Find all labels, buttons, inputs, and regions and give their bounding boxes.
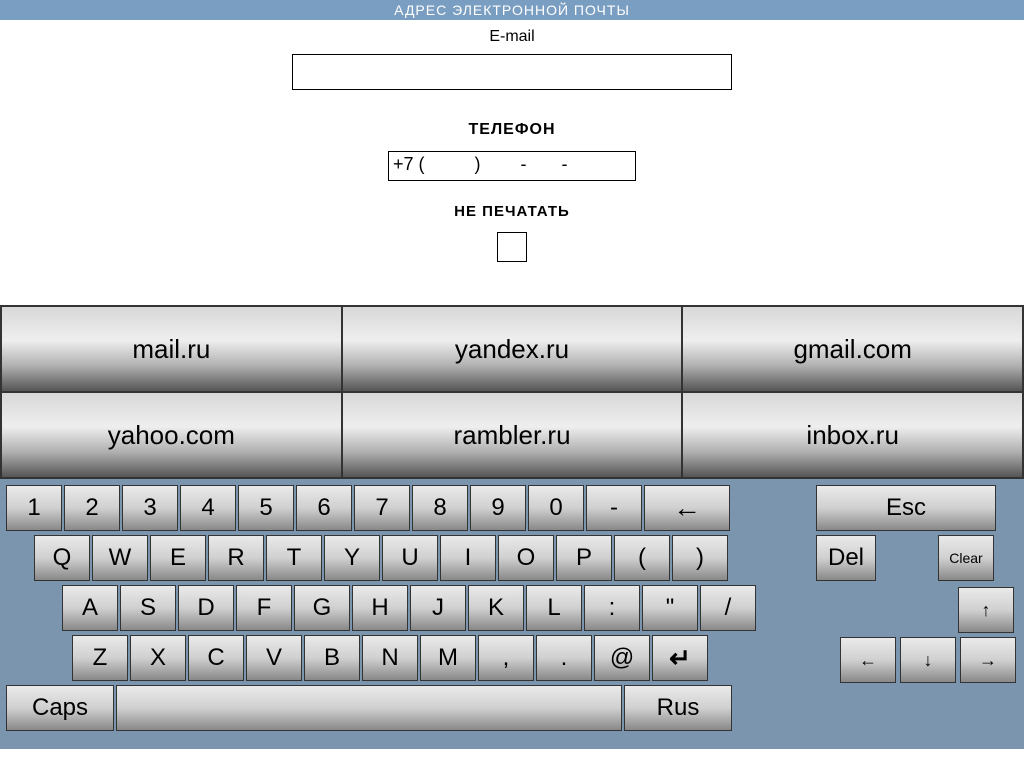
key-2[interactable]: 2 bbox=[64, 485, 120, 531]
key-b[interactable]: B bbox=[304, 635, 360, 681]
key-x[interactable]: X bbox=[130, 635, 186, 681]
key-9[interactable]: 9 bbox=[470, 485, 526, 531]
key-j[interactable]: J bbox=[410, 585, 466, 631]
key-space[interactable] bbox=[116, 685, 622, 731]
shortcut-yahoo-com[interactable]: yahoo.com bbox=[1, 392, 342, 478]
key-z[interactable]: Z bbox=[72, 635, 128, 681]
key-del[interactable]: Del bbox=[816, 535, 876, 581]
phone-input[interactable]: +7 ( ) - - bbox=[388, 151, 636, 181]
key-arrow-down[interactable]: ↓ bbox=[900, 637, 956, 683]
key-f[interactable]: F bbox=[236, 585, 292, 631]
key-arrow-up[interactable]: ↑ bbox=[958, 587, 1014, 633]
shortcut-rambler-ru[interactable]: rambler.ru bbox=[342, 392, 683, 478]
key-c[interactable]: C bbox=[188, 635, 244, 681]
key-0[interactable]: 0 bbox=[528, 485, 584, 531]
key-t[interactable]: T bbox=[266, 535, 322, 581]
key-backspace[interactable]: ← bbox=[644, 485, 730, 531]
key-n[interactable]: N bbox=[362, 635, 418, 681]
form-area: E-mail ТЕЛЕФОН +7 ( ) - - НЕ ПЕЧАТАТЬ bbox=[0, 20, 1024, 267]
key-quote[interactable]: " bbox=[642, 585, 698, 631]
title-bar: АДРЕС ЭЛЕКТРОННОЙ ПОЧТЫ bbox=[0, 0, 1024, 20]
key-8[interactable]: 8 bbox=[412, 485, 468, 531]
key-arrow-right[interactable]: → bbox=[960, 637, 1016, 683]
shortcut-mail-ru[interactable]: mail.ru bbox=[1, 306, 342, 392]
key-clear[interactable]: Clear bbox=[938, 535, 994, 581]
key-period[interactable]: . bbox=[536, 635, 592, 681]
key-g[interactable]: G bbox=[294, 585, 350, 631]
key-5[interactable]: 5 bbox=[238, 485, 294, 531]
key-6[interactable]: 6 bbox=[296, 485, 352, 531]
key-7[interactable]: 7 bbox=[354, 485, 410, 531]
key-m[interactable]: M bbox=[420, 635, 476, 681]
key-v[interactable]: V bbox=[246, 635, 302, 681]
phone-label: ТЕЛЕФОН bbox=[0, 121, 1024, 139]
key-h[interactable]: H bbox=[352, 585, 408, 631]
key-a[interactable]: A bbox=[62, 585, 118, 631]
key-r[interactable]: R bbox=[208, 535, 264, 581]
key-i[interactable]: I bbox=[440, 535, 496, 581]
noprint-label: НЕ ПЕЧАТАТЬ bbox=[0, 203, 1024, 220]
shortcut-inbox-ru[interactable]: inbox.ru bbox=[682, 392, 1023, 478]
key-rparen[interactable]: ) bbox=[672, 535, 728, 581]
enter-icon: ↵ bbox=[669, 643, 691, 674]
key-q[interactable]: Q bbox=[34, 535, 90, 581]
key-1[interactable]: 1 bbox=[6, 485, 62, 531]
key-d[interactable]: D bbox=[178, 585, 234, 631]
key-enter[interactable]: ↵ bbox=[652, 635, 708, 681]
key-lparen[interactable]: ( bbox=[614, 535, 670, 581]
key-caps[interactable]: Caps bbox=[6, 685, 114, 731]
arrow-down-icon: ↓ bbox=[924, 650, 933, 671]
email-label: E-mail bbox=[0, 28, 1024, 46]
key-lang[interactable]: Rus bbox=[624, 685, 732, 731]
key-y[interactable]: Y bbox=[324, 535, 380, 581]
key-4[interactable]: 4 bbox=[180, 485, 236, 531]
backspace-icon: ← bbox=[673, 492, 701, 524]
key-s[interactable]: S bbox=[120, 585, 176, 631]
key-hyphen[interactable]: - bbox=[586, 485, 642, 531]
key-w[interactable]: W bbox=[92, 535, 148, 581]
arrow-left-icon: ← bbox=[859, 650, 877, 671]
key-slash[interactable]: / bbox=[700, 585, 756, 631]
domain-shortcuts: mail.ru yandex.ru gmail.com yahoo.com ra… bbox=[0, 305, 1024, 479]
key-o[interactable]: O bbox=[498, 535, 554, 581]
key-e[interactable]: E bbox=[150, 535, 206, 581]
key-u[interactable]: U bbox=[382, 535, 438, 581]
virtual-keyboard: 1 2 3 4 5 6 7 8 9 0 - ← Q W E R T Y U I … bbox=[0, 479, 1024, 749]
arrow-up-icon: ↑ bbox=[982, 600, 991, 621]
key-l[interactable]: L bbox=[526, 585, 582, 631]
key-p[interactable]: P bbox=[556, 535, 612, 581]
arrow-right-icon: → bbox=[979, 650, 997, 671]
shortcut-gmail-com[interactable]: gmail.com bbox=[682, 306, 1023, 392]
key-3[interactable]: 3 bbox=[122, 485, 178, 531]
key-k[interactable]: K bbox=[468, 585, 524, 631]
shortcut-yandex-ru[interactable]: yandex.ru bbox=[342, 306, 683, 392]
key-esc[interactable]: Esc bbox=[816, 485, 996, 531]
key-comma[interactable]: , bbox=[478, 635, 534, 681]
key-colon[interactable]: : bbox=[584, 585, 640, 631]
noprint-checkbox[interactable] bbox=[497, 232, 527, 262]
key-arrow-left[interactable]: ← bbox=[840, 637, 896, 683]
key-at[interactable]: @ bbox=[594, 635, 650, 681]
email-input[interactable] bbox=[292, 54, 732, 90]
